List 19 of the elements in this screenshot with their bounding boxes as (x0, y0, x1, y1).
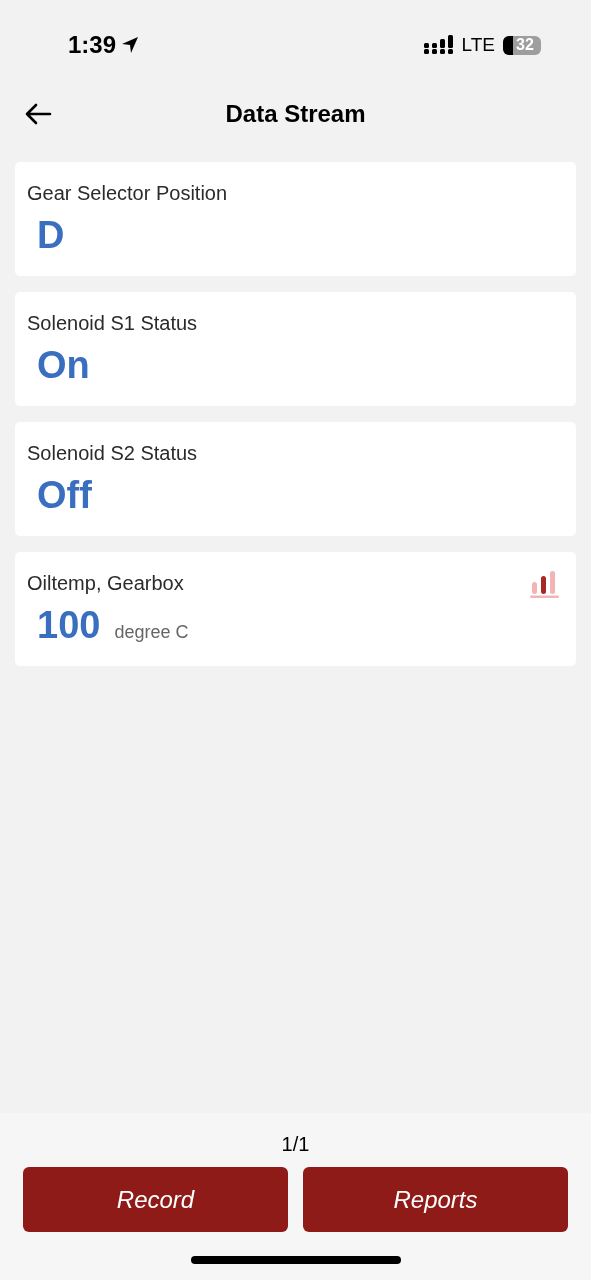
parameter-value: D (37, 213, 65, 258)
battery-indicator: 32 (503, 35, 541, 55)
parameter-label: Oiltemp, Gearbox (27, 571, 184, 596)
parameter-label: Gear Selector Position (27, 181, 228, 206)
parameter-value: Off (37, 473, 92, 518)
parameter-label: Solenoid S1 Status (27, 311, 198, 336)
parameter-value: On (37, 343, 90, 388)
page-title: Data Stream (225, 99, 366, 129)
signal-icon (423, 35, 454, 55)
bar-chart-icon[interactable] (530, 570, 560, 598)
unit-label: degree C (114, 621, 189, 644)
parameter-label: Solenoid S2 Status (27, 441, 198, 466)
network-label: LTE (461, 32, 495, 57)
action-button[interactable]: Reports (303, 1167, 568, 1232)
parameter-value: 100 (37, 603, 101, 648)
action-button[interactable]: Record (23, 1167, 288, 1232)
page-counter: 1/1 (281, 1132, 310, 1157)
status-time: 1:39 (68, 30, 117, 60)
location-arrow-icon (120, 35, 141, 55)
